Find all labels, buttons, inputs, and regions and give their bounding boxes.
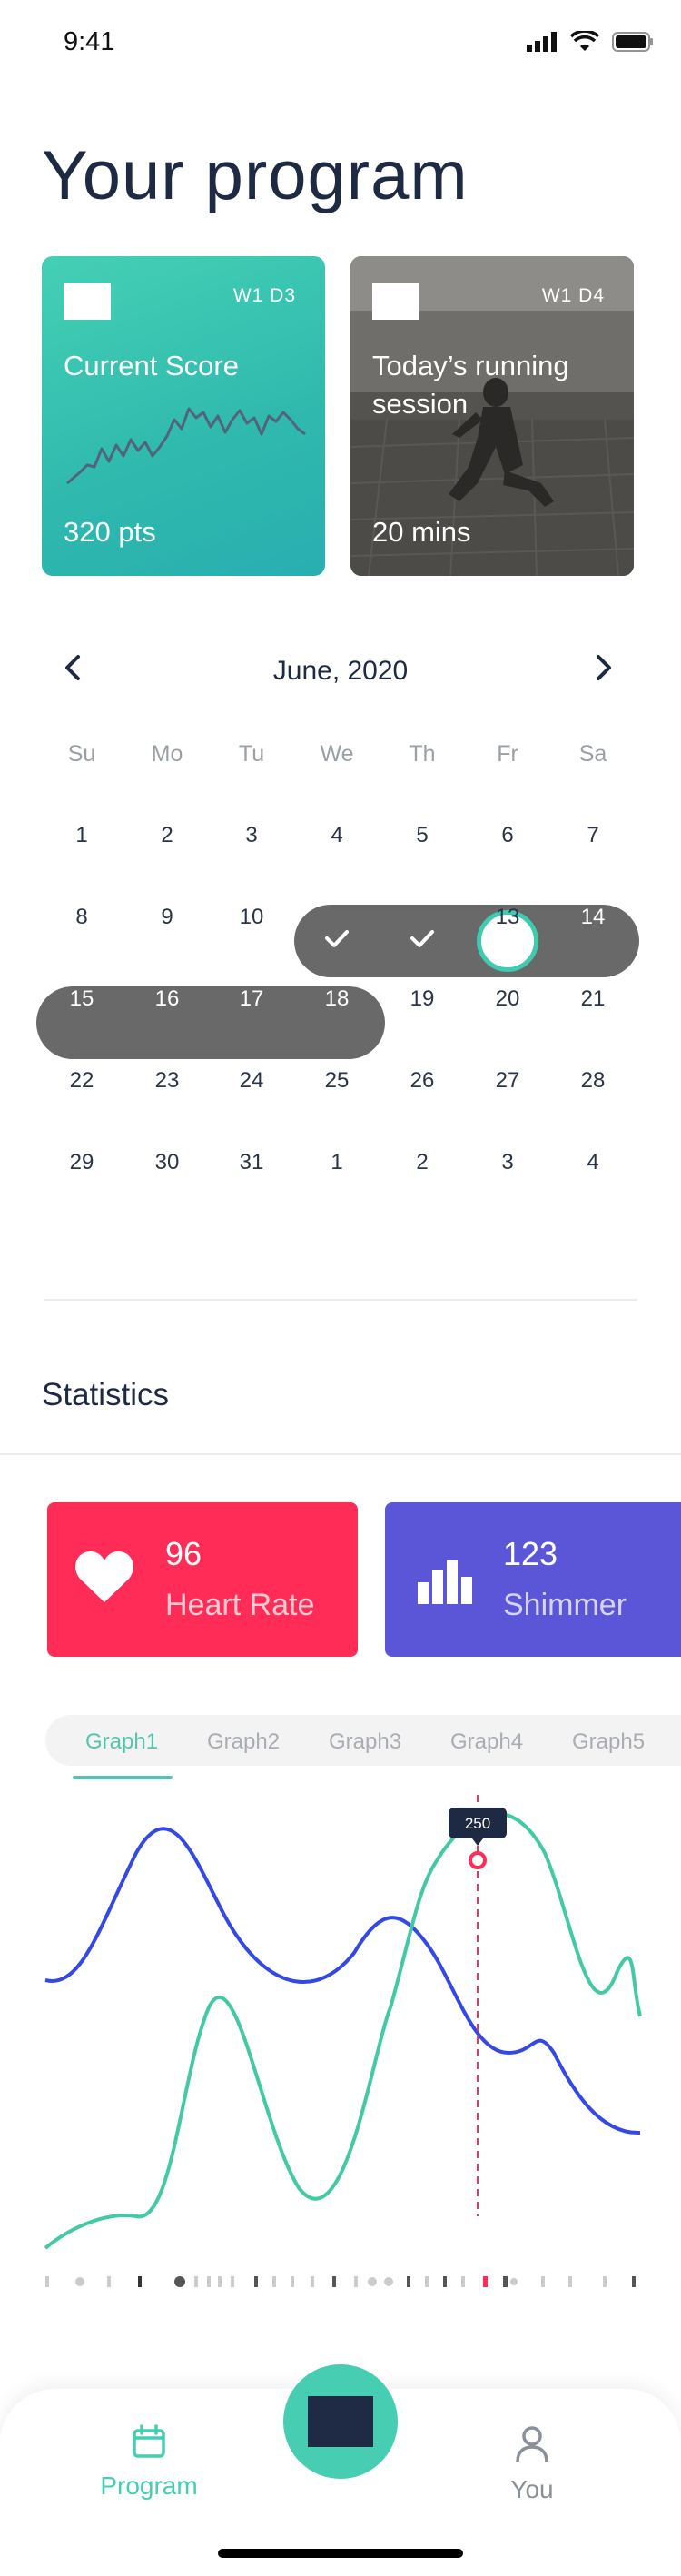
calendar-day[interactable]: 25 [294,1068,380,1094]
card-value: 20 mins [372,516,471,548]
page-title: Your program [42,137,469,214]
weekday-label: Fr [497,741,518,767]
calendar-day[interactable]: 28 [550,1068,636,1094]
card-title: Current Score [64,350,239,381]
calendar-day[interactable]: 21 [550,986,636,1012]
center-action-button[interactable] [283,2364,398,2479]
card-tag: W1 D4 [541,285,605,306]
weekday-label: We [320,741,354,767]
graph-tooltip-value: 250 [465,1815,490,1832]
calendar-day[interactable]: 2 [380,1150,465,1175]
tab-graph1[interactable]: Graph1 [85,1729,158,1755]
user-icon [516,2426,548,2462]
tab-graph4[interactable]: Graph4 [450,1729,523,1755]
calendar-day[interactable]: 29 [39,1150,124,1175]
heart-rate-card[interactable]: 96 Heart Rate [47,1502,358,1657]
tab-graph3[interactable]: Graph3 [329,1729,401,1755]
calendar-day[interactable]: 4 [550,1150,636,1175]
shimmer-card[interactable]: 123 Shimmer [385,1502,681,1657]
graph-line-green [44,1811,642,2250]
score-card[interactable]: W1 D3 Current Score 320 pts [42,256,325,576]
tab-graph5[interactable]: Graph5 [572,1729,645,1755]
card-thumbnail [372,283,419,320]
heart-icon [75,1551,133,1602]
calendar-day[interactable]: 7 [550,823,636,848]
stat-value: 96 [165,1535,202,1572]
calendar-day[interactable]: 10 [209,905,294,930]
status-time: 9:41 [64,27,115,56]
section-divider [44,1299,637,1301]
calendar-day[interactable]: 22 [39,1068,124,1094]
calendar-day[interactable]: 1 [294,1150,380,1175]
calendar-day[interactable]: 19 [380,986,465,1012]
card-tag: W1 D3 [232,285,296,306]
card-title: Today’s running session [372,350,569,420]
next-month-button[interactable] [586,649,622,686]
calendar-day[interactable]: 24 [209,1068,294,1094]
calendar-day[interactable]: 1 [39,823,124,848]
calendar-day[interactable]: 20 [465,986,550,1012]
calendar-icon [133,2424,165,2458]
center-action-icon [308,2396,373,2447]
calendar-day[interactable]: 5 [380,823,465,848]
calendar-day[interactable]: 15 [39,986,124,1012]
weekday-label: Mo [151,741,183,767]
calendar-day[interactable]: 16 [124,986,210,1012]
nav-you[interactable]: You [469,2423,596,2504]
signal-icon [527,32,557,52]
calendar-day[interactable]: 17 [209,986,294,1012]
nav-program-label: Program [100,2472,198,2500]
nav-you-label: You [510,2475,554,2503]
card-value: 320 pts [64,516,156,548]
weekday-label: Sa [578,741,607,767]
tab-graph2[interactable]: Graph2 [207,1729,280,1755]
calendar-day[interactable]: 27 [465,1068,550,1094]
calendar-day[interactable]: 6 [465,823,550,848]
check-icon [325,930,349,947]
stat-value: 123 [503,1535,558,1572]
calendar-day[interactable]: 3 [209,823,294,848]
calendar-day[interactable]: 23 [124,1068,210,1094]
status-icons [527,31,654,53]
stat-label: Heart Rate [165,1588,315,1622]
stat-label: Shimmer [503,1588,627,1622]
calendar-day[interactable]: 18 [294,986,380,1012]
calendar-day[interactable]: 8 [39,905,124,930]
calendar-day[interactable]: 9 [124,905,210,930]
home-indicator [218,2549,463,2558]
wifi-icon [570,31,599,51]
calendar-day[interactable]: 30 [124,1150,210,1175]
chevron-right-icon [597,655,611,680]
calendar-month: June, 2020 [272,656,409,686]
battery-icon [612,32,653,52]
graph-marker [469,1851,487,1869]
calendar-day-today[interactable]: 13 [465,905,550,930]
weekday-label: Th [409,741,436,767]
line-graph: 250 [44,1795,642,2287]
check-icon [410,930,434,947]
running-session-card[interactable]: W1 D4 Today’s running session 20 mins [350,256,634,576]
calendar-day[interactable]: 4 [294,823,380,848]
statistics-title: Statistics [42,1377,170,1412]
graph-tooltip: 250 [449,1808,507,1846]
calendar-day[interactable]: 26 [380,1068,465,1094]
calendar-day[interactable]: 2 [124,823,210,848]
nav-program[interactable]: Program [85,2423,212,2501]
calendar-day-completed[interactable] [294,926,380,955]
card-thumbnail [64,283,111,320]
calendar-day[interactable]: 14 [550,905,636,930]
section-divider [0,1453,681,1455]
bar-chart-icon [418,1560,472,1604]
calendar-day[interactable]: 31 [209,1150,294,1175]
weekday-label: Tu [238,741,265,767]
weekday-label: Su [67,741,96,767]
active-tab-indicator [73,1776,173,1779]
graph-scrubber [45,2276,636,2287]
score-sparkline [66,407,306,485]
calendar-day-completed[interactable] [380,926,465,955]
calendar-day[interactable]: 3 [465,1150,550,1175]
